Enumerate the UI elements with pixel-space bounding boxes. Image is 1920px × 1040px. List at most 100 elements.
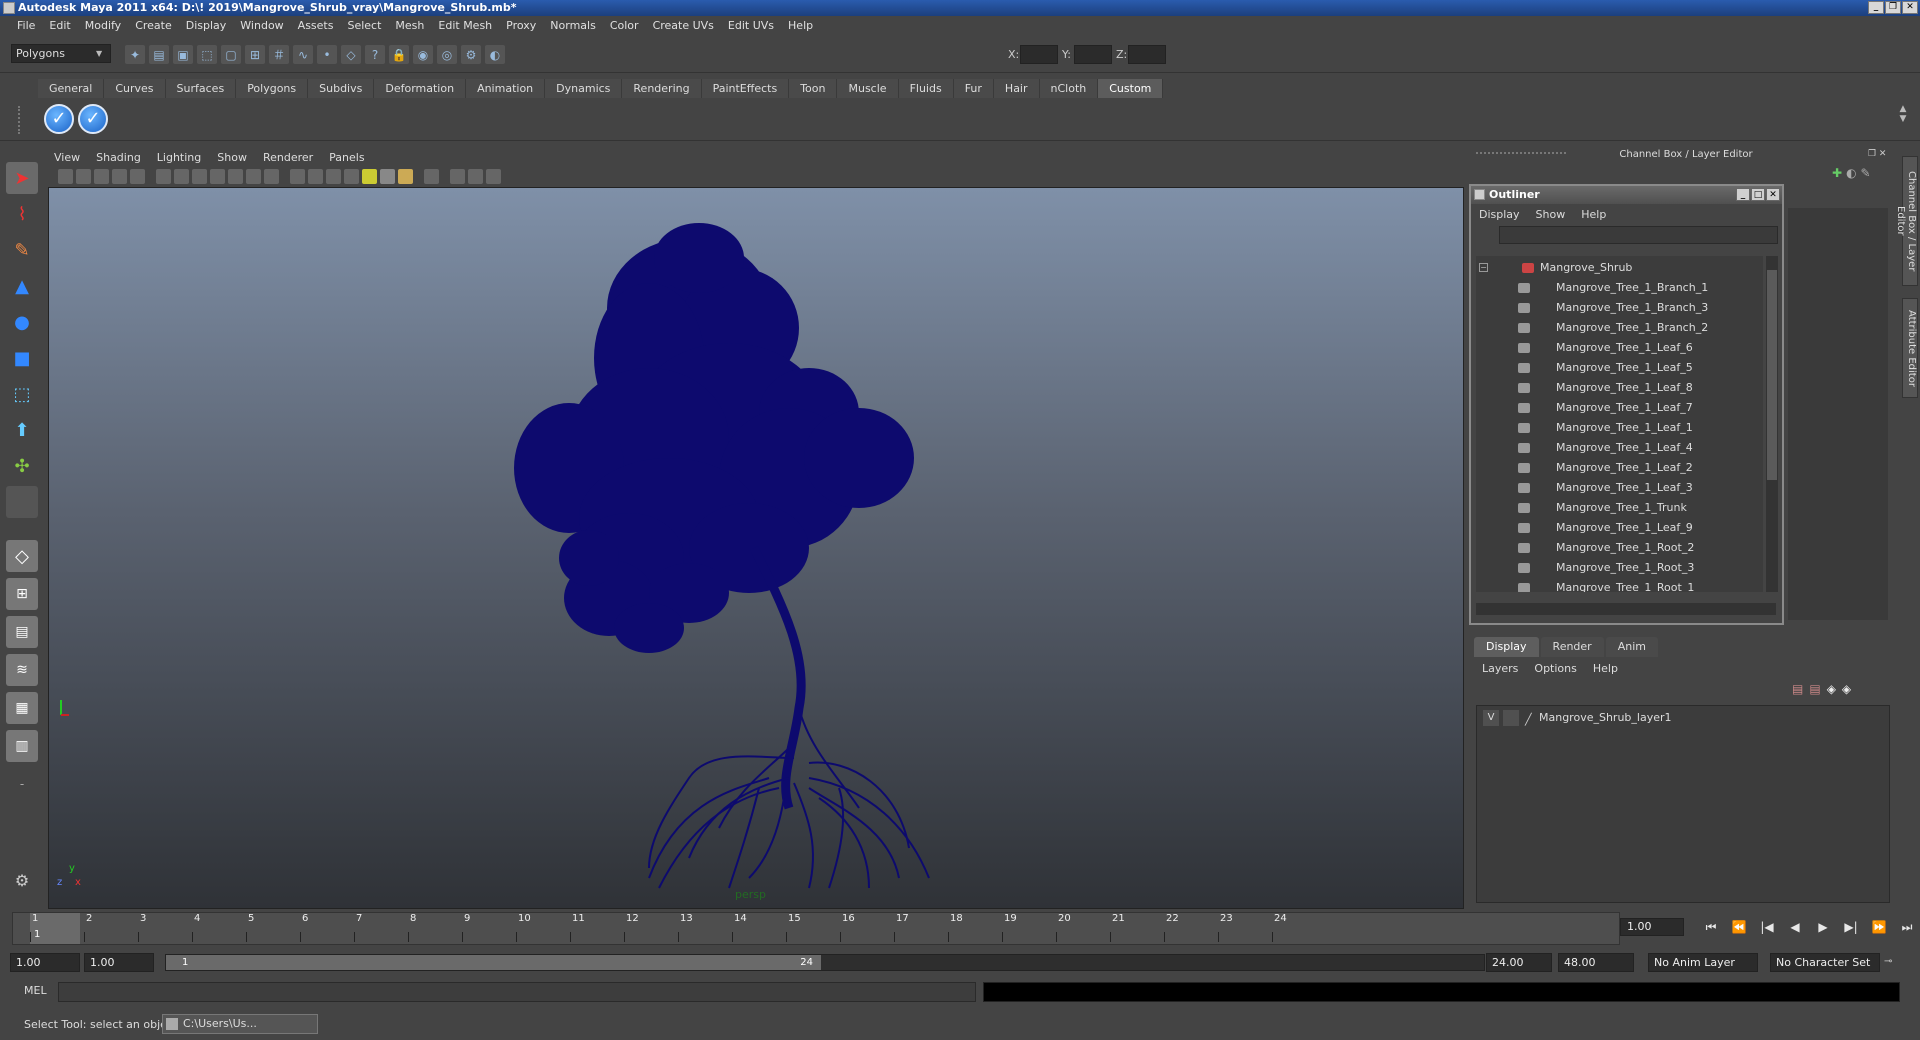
menu-help[interactable]: Help [781,19,820,32]
wireframe-icon[interactable] [290,168,305,184]
menu-color[interactable]: Color [603,19,646,32]
outliner-item[interactable]: Mangrove_Tree_1_Leaf_6 [1476,338,1763,358]
render-icon[interactable]: ◉ [413,45,433,64]
menu-proxy[interactable]: Proxy [499,19,543,32]
shelf-tab-dynamics[interactable]: Dynamics [545,79,623,98]
playback-start-field[interactable]: 1.00 [84,953,154,972]
animation-end-field[interactable]: 48.00 [1558,953,1634,972]
range-slider-handle[interactable]: 1 24 [166,955,821,970]
image-plane-icon[interactable] [94,168,109,184]
animation-start-field[interactable]: 1.00 [10,953,80,972]
smooth-shade-icon[interactable] [308,168,323,184]
default-lighting-icon[interactable] [362,168,377,184]
menu-edit[interactable]: Edit [42,19,77,32]
outliner-menu-help[interactable]: Help [1581,208,1606,221]
layer-menu-layers[interactable]: Layers [1482,662,1518,675]
soft-modification-icon[interactable]: ⬆ [6,414,38,446]
outliner-item[interactable]: Mangrove_Tree_1_Leaf_5 [1476,358,1763,378]
lasso-tool-icon[interactable]: ⌇ [6,198,38,230]
step-forward-frame-button[interactable]: ▶| [1840,918,1862,936]
restore-button[interactable]: ❐ [1885,1,1901,14]
shelf-tab-toon[interactable]: Toon [789,79,838,98]
layer-tab-anim[interactable]: Anim [1605,637,1658,657]
outliner-persp-layout-icon[interactable]: ▤ [6,616,38,648]
hypershade-icon[interactable]: ◐ [485,45,505,64]
select-component-icon[interactable]: ⊞ [245,45,265,64]
layer-row[interactable]: V ╱ Mangrove_Shrub_layer1 [1481,708,1885,728]
menu-create[interactable]: Create [128,19,179,32]
shelf-tab-muscle[interactable]: Muscle [837,79,899,98]
menu-file[interactable]: File [10,19,42,32]
snap-plane-icon[interactable]: ◇ [341,45,361,64]
time-slider[interactable]: 1 1 2 3 4 5 6 7 8 9 10 11 12 13 14 15 16 17 18 19 20 21 22 23 2… [12,912,1620,945]
grease-pencil-icon[interactable] [130,168,145,184]
panel-menu-view[interactable]: View [54,151,88,164]
new-layer-from-selection-icon[interactable]: ◈ [1842,682,1851,700]
menu-edit-uvs[interactable]: Edit UVs [721,19,781,32]
anim-layer-dropdown[interactable]: No Anim Layer [1648,953,1758,972]
shelf-tab-custom[interactable]: Custom [1098,79,1164,98]
playback-end-field[interactable]: 24.00 [1486,953,1552,972]
outliner-item[interactable]: Mangrove_Tree_1_Leaf_3 [1476,478,1763,498]
field-chart-icon[interactable] [228,168,243,184]
shelf-grip[interactable] [18,106,32,134]
scrollbar-thumb[interactable] [1767,270,1777,480]
outliner-minimize-button[interactable]: _ [1736,188,1750,201]
snap-grid-icon[interactable]: ＃ [269,45,289,64]
menu-window[interactable]: Window [233,19,290,32]
select-tool-icon[interactable]: ➤ [6,162,38,194]
character-set-dropdown[interactable]: No Character Set [1770,953,1880,972]
close-button[interactable]: ✕ [1902,1,1918,14]
minimize-button[interactable]: _ [1868,1,1884,14]
outliner-item[interactable]: Mangrove_Tree_1_Leaf_9 [1476,518,1763,538]
outliner-vertical-scrollbar[interactable] [1766,256,1778,592]
shelf-tab-hair[interactable]: Hair [993,79,1040,98]
shelf-tab-ncloth[interactable]: nCloth [1039,79,1099,98]
select-object-icon[interactable]: ▢ [221,45,241,64]
camera-attributes-icon[interactable] [58,168,73,184]
single-perspective-layout-icon[interactable]: ◇ [6,540,38,572]
menu-normals[interactable]: Normals [543,19,603,32]
outliner-maximize-button[interactable]: □ [1751,188,1765,201]
shelf-tab-general[interactable]: General [38,79,105,98]
layout-collapse-icon[interactable]: - [6,768,38,800]
outliner-item[interactable]: Mangrove_Tree_1_Leaf_1 [1476,418,1763,438]
go-to-end-button[interactable]: ⏭ [1896,918,1918,936]
safe-action-icon[interactable] [246,168,261,184]
tool-settings-icon[interactable]: ✎ [1861,166,1871,184]
outliner-item[interactable]: Mangrove_Tree_1_Trunk [1476,498,1763,518]
shelf-tab-subdivs[interactable]: Subdivs [308,79,375,98]
custom-checkmark-icon-2[interactable]: ✓ [78,104,108,134]
collapse-toggle-icon[interactable]: − [1479,263,1488,272]
layer-template-toggle[interactable] [1503,710,1519,726]
outliner-item[interactable]: Mangrove_Tree_1_Branch_1 [1476,278,1763,298]
outliner-item[interactable]: Mangrove_Tree_1_Root_2 [1476,538,1763,558]
textured-icon[interactable] [344,168,359,184]
move-tool-icon[interactable]: ▲ [6,270,38,302]
film-gate-icon[interactable] [174,168,189,184]
panel-menu-show[interactable]: Show [217,151,255,164]
channel-box-mode-icon[interactable]: ✚ [1832,166,1842,184]
show-manipulator-icon[interactable]: ✣ [6,450,38,482]
tab-attribute-editor[interactable]: Attribute Editor [1902,298,1918,398]
lock-icon[interactable]: 🔒 [389,45,409,64]
shelf-tab-curves[interactable]: Curves [104,79,166,98]
coord-y-field[interactable] [1074,45,1112,64]
outliner-filter-input[interactable] [1499,226,1778,244]
auto-key-icon[interactable]: ⊸ [1884,956,1892,967]
panel-menu-shading[interactable]: Shading [96,151,149,164]
menu-select[interactable]: Select [340,19,388,32]
outliner-root-row[interactable]: − Mangrove_Shrub [1476,258,1763,278]
menu-display[interactable]: Display [179,19,234,32]
shelf-tab-fur[interactable]: Fur [953,79,994,98]
toolbox-gear-icon[interactable]: ⚙ [6,864,38,896]
render-settings-icon[interactable]: ⚙ [461,45,481,64]
outliner-item[interactable]: Mangrove_Tree_1_Leaf_8 [1476,378,1763,398]
menu-modify[interactable]: Modify [78,19,128,32]
channel-box-area[interactable] [1788,208,1888,620]
new-scene-icon[interactable]: ✦ [125,45,145,64]
menu-edit-mesh[interactable]: Edit Mesh [431,19,499,32]
rotate-tool-icon[interactable]: ● [6,306,38,338]
shelf-tab-surfaces[interactable]: Surfaces [165,79,237,98]
layer-menu-help[interactable]: Help [1593,662,1618,675]
